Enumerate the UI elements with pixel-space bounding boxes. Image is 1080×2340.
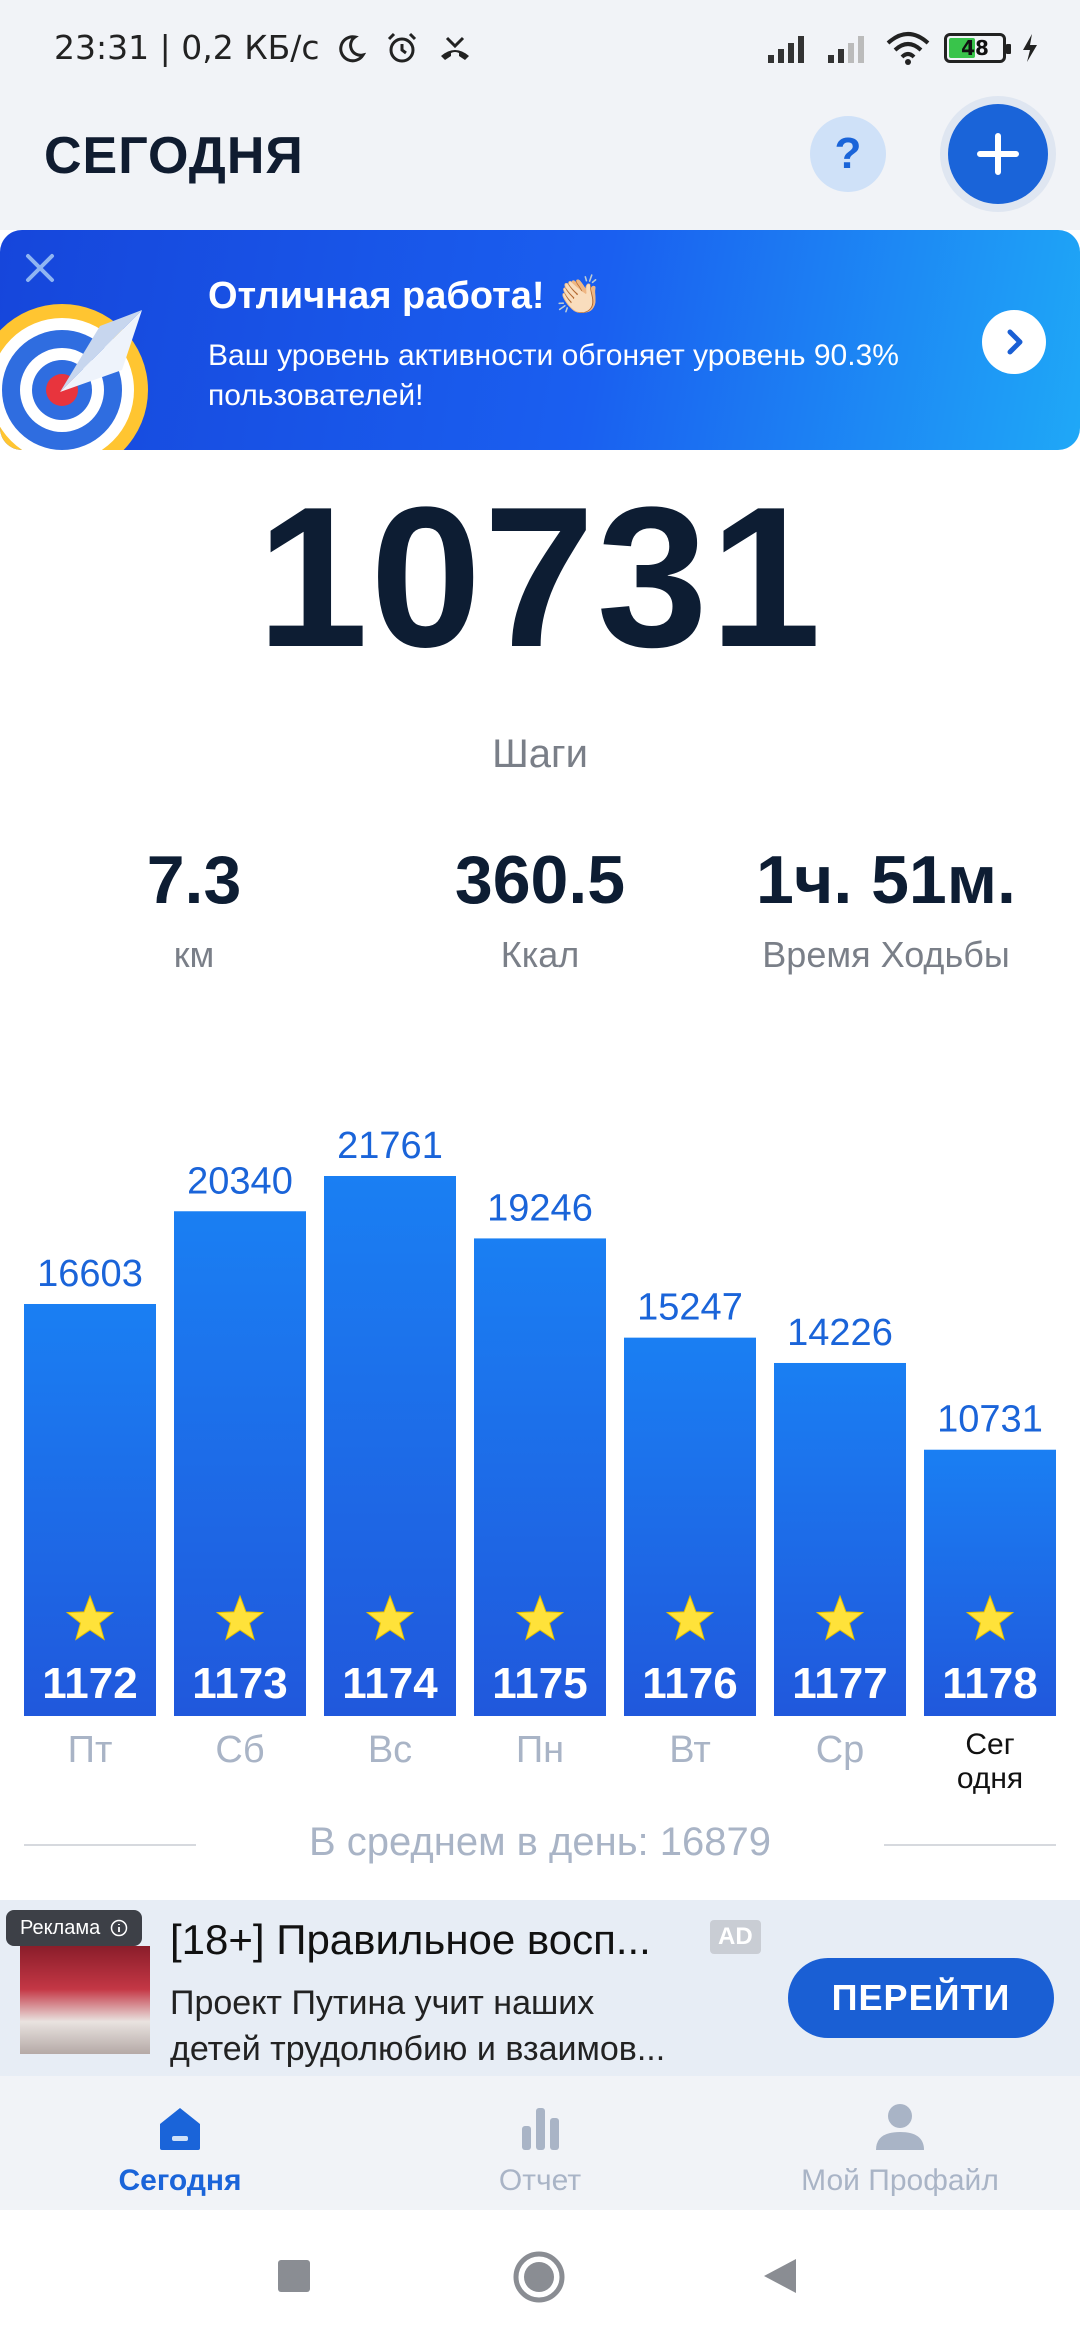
x-axis-label: Пт: [68, 1729, 113, 1771]
banner-title: Отличная работа! 👏🏻: [208, 275, 603, 317]
app-bar: СЕГОДНЯ ?: [0, 96, 1080, 230]
system-nav-bar: [0, 2210, 1080, 2340]
chart-bar: [24, 1303, 156, 1716]
ad-label: Реклама: [6, 1910, 143, 1946]
status-bar: 23:31 | 0,2 КБ/с 48: [0, 0, 1080, 96]
x-axis-label: Ср: [816, 1729, 865, 1771]
ad-title[interactable]: [18+] Правильное восп...: [170, 1916, 730, 1964]
home-icon: [160, 2108, 200, 2150]
walk-time-stat: 1ч. 51м. Время Ходьбы: [726, 840, 1046, 976]
alarm-icon: [387, 32, 416, 63]
ad-image[interactable]: [20, 1946, 150, 2054]
calories-value: 360.5: [454, 842, 626, 918]
distance-unit: км: [173, 934, 215, 975]
status-icons: 48: [766, 26, 1040, 70]
bar-day-number: 1172: [42, 1659, 137, 1708]
tab-today-label: Сегодня: [118, 2164, 242, 2197]
calories-stat: 360.5 Ккал: [380, 840, 700, 976]
signal-icon: [768, 36, 804, 63]
battery-icon: 48: [944, 33, 1011, 63]
ad-tag: AD: [710, 1920, 761, 1954]
missed-call-icon: [441, 36, 470, 60]
ad-banner[interactable]: Реклама [18+] Правильное восп... AD Прое…: [0, 1900, 1080, 2076]
distance-value: 7.3: [146, 842, 242, 918]
plus-icon: [977, 133, 1019, 175]
moon-icon: [339, 35, 367, 63]
ad-description: Проект Путина учит наших детей трудолюби…: [170, 1984, 666, 2068]
chevron-right-icon: [1007, 329, 1023, 355]
bar-value-label: 19246: [487, 1187, 593, 1229]
achievement-banner[interactable]: Отличная работа! 👏🏻 Ваш уровень активнос…: [0, 230, 1080, 450]
bar-day-number: 1177: [792, 1659, 887, 1708]
bar-day-number: 1174: [342, 1659, 438, 1708]
help-icon: ?: [834, 129, 862, 178]
bar-value-label: 10731: [937, 1399, 1043, 1441]
bar-day-number: 1176: [642, 1659, 737, 1708]
wifi-icon: [886, 32, 930, 65]
charging-icon: [1023, 34, 1037, 62]
tab-report[interactable]: Отчет: [360, 2076, 720, 2210]
back-icon[interactable]: [760, 2256, 800, 2296]
weekly-steps-chart: 16603 1172 Пт 20340 1173 Сб 21761 1174 Вс 19246 11…: [24, 1125, 1056, 1795]
banner-text: Ваш уровень активности обгоняет уровень …: [208, 339, 899, 412]
target-icon: [0, 304, 148, 450]
average-text: В среднем в день: 16879: [308, 1820, 772, 1864]
daily-average: В среднем в день: 16879: [0, 1820, 1080, 1870]
recent-apps-icon[interactable]: [276, 2258, 312, 2294]
network-speed: 0,2 КБ/с: [181, 28, 320, 67]
ad-cta-button[interactable]: ПЕРЕЙТИ: [788, 1958, 1054, 2038]
steps-label: Шаги: [492, 732, 588, 776]
user-icon: [876, 2104, 924, 2150]
tab-profile[interactable]: Мой Профайл: [720, 2076, 1080, 2210]
signal-icon-2: [828, 36, 864, 63]
calories-unit: Ккал: [500, 934, 580, 975]
distance-stat: 7.3 км: [34, 840, 354, 976]
page-title: СЕГОДНЯ: [44, 127, 304, 185]
bar-day-number: 1175: [492, 1659, 587, 1708]
bar-value-label: 14226: [787, 1312, 893, 1354]
x-axis-label: Вт: [669, 1729, 711, 1771]
home-nav-icon[interactable]: [512, 2250, 566, 2304]
info-icon[interactable]: [110, 1919, 128, 1937]
banner-open-button[interactable]: [982, 310, 1046, 374]
status-time: 23:31: [54, 28, 150, 67]
close-icon[interactable]: [22, 250, 58, 286]
steps-count: 10731: [256, 466, 824, 689]
chart-bar: [174, 1211, 306, 1716]
x-axis-label: Сб: [215, 1729, 264, 1771]
battery-level: 48: [961, 36, 989, 60]
bar-value-label: 16603: [37, 1253, 143, 1295]
tab-profile-label: Мой Профайл: [801, 2164, 999, 2197]
tab-report-label: Отчет: [498, 2164, 582, 2197]
bar-value-label: 15247: [637, 1287, 743, 1329]
chart-bar: [474, 1238, 606, 1716]
add-button[interactable]: [948, 104, 1048, 204]
status-time-and-speed: 23:31 | 0,2 КБ/с: [54, 28, 473, 67]
x-axis-label: Сег одня: [957, 1728, 1023, 1795]
tab-today[interactable]: Сегодня: [0, 2076, 360, 2210]
x-axis-label: Пн: [516, 1729, 564, 1771]
walk-time-value: 1ч. 51м.: [756, 842, 1016, 918]
chart-bar: [324, 1176, 456, 1716]
walk-time-label: Время Ходьбы: [762, 934, 1010, 975]
help-button[interactable]: ?: [810, 116, 886, 192]
bottom-tab-bar: Сегодня Отчет Мой Профайл: [0, 2076, 1080, 2210]
bar-value-label: 21761: [337, 1125, 443, 1167]
bar-chart-icon: [522, 2108, 559, 2150]
bar-day-number: 1173: [192, 1659, 287, 1708]
bar-day-number: 1178: [942, 1659, 1037, 1708]
x-axis-label: Вс: [368, 1729, 412, 1771]
bar-value-label: 20340: [187, 1160, 293, 1202]
